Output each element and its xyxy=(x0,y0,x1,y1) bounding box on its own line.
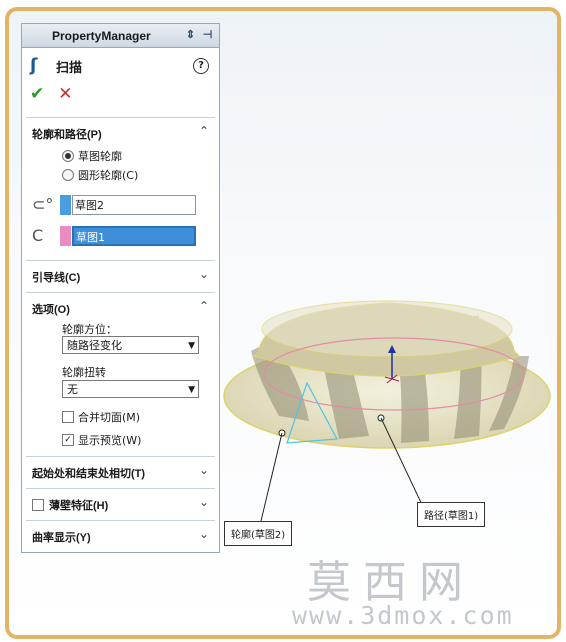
checkbox[interactable] xyxy=(32,499,44,511)
path-callout[interactable]: 路径(草图1) xyxy=(417,502,486,527)
chevron-up-icon[interactable]: ⌃ xyxy=(199,124,209,138)
divider xyxy=(26,456,215,457)
radio-circular-profile[interactable]: 圆形轮廓(C) xyxy=(62,167,138,183)
window-frame: 轮廓(草图2) 路径(草图1) 莫西网 www.3dmox.com Proper… xyxy=(5,7,561,639)
path-icon: C xyxy=(32,226,44,245)
profile-selection-box[interactable]: 草图2 xyxy=(72,195,196,215)
chevron-down-icon[interactable]: ⌄ xyxy=(199,495,209,509)
divider xyxy=(26,488,215,489)
twist-dropdown[interactable]: 无 ▼ xyxy=(62,380,199,398)
radio-sketch-profile[interactable]: 草图轮廓 xyxy=(62,148,122,164)
orientation-dropdown[interactable]: 随路径变化 ▼ xyxy=(62,336,199,354)
sweep-top-rim xyxy=(261,300,513,358)
panel-expand-icon[interactable]: ⇕ xyxy=(183,28,198,42)
profile-selection-row: ⊂° 草图2 xyxy=(32,195,196,215)
thin-feature-label: 薄壁特征(H) xyxy=(49,500,109,512)
radio-label: 圆形轮廓(C) xyxy=(78,169,139,182)
section-thin-feature-header[interactable]: 薄壁特征(H) xyxy=(32,497,108,513)
sweep-icon: ʃ xyxy=(30,55,38,76)
radio-button-selected[interactable] xyxy=(62,150,74,162)
orientation-value: 随路径变化 xyxy=(67,339,122,352)
dropdown-arrow-icon[interactable]: ▼ xyxy=(188,337,195,355)
profile-callout[interactable]: 轮廓(草图2) xyxy=(224,521,293,546)
divider xyxy=(26,520,215,521)
checkbox-checked[interactable]: ✓ xyxy=(62,434,74,446)
chevron-down-icon[interactable]: ⌄ xyxy=(199,267,209,281)
section-guide-curves-header[interactable]: 引导线(C) xyxy=(32,269,80,285)
ok-button[interactable]: ✔ xyxy=(30,84,44,104)
checkbox[interactable] xyxy=(62,411,74,423)
path-selection-row: C 草图1 xyxy=(32,226,196,246)
section-options-header[interactable]: 选项(O) xyxy=(32,301,70,317)
profile-color-swatch xyxy=(60,195,71,215)
divider xyxy=(26,292,215,293)
property-manager-panel: PropertyManager ⇕ ⊣ ʃ 扫描 ? ✔ ✕ 轮廓和路径(P) … xyxy=(21,23,220,553)
feature-title: 扫描 xyxy=(56,60,83,76)
pushpin-icon[interactable]: ⊣ xyxy=(200,28,215,42)
chevron-down-icon[interactable]: ⌄ xyxy=(199,463,209,477)
checkbox-label: 合并切面(M) xyxy=(78,411,141,424)
section-profile-path-header[interactable]: 轮廓和路径(P) xyxy=(32,126,102,142)
show-preview-checkbox-row[interactable]: ✓ 显示预览(W) xyxy=(62,432,141,448)
radio-button[interactable] xyxy=(62,169,74,181)
panel-header: PropertyManager ⇕ ⊣ xyxy=(22,24,219,48)
panel-title: PropertyManager xyxy=(52,29,151,43)
path-selection-box[interactable]: 草图1 xyxy=(72,226,196,246)
watermark-url: www.3dmox.com xyxy=(292,601,514,630)
cancel-button[interactable]: ✕ xyxy=(58,84,72,104)
twist-label: 轮廓扭转 xyxy=(62,366,106,379)
path-color-swatch xyxy=(60,226,71,246)
ok-cancel-row: ✔ ✕ xyxy=(30,84,73,104)
twist-value: 无 xyxy=(67,383,78,396)
feature-title-row: ʃ 扫描 xyxy=(30,56,82,76)
chevron-up-icon[interactable]: ⌃ xyxy=(199,299,209,313)
orientation-label: 轮廓方位： xyxy=(62,323,117,336)
merge-faces-checkbox-row[interactable]: 合并切面(M) xyxy=(62,409,140,425)
chevron-down-icon[interactable]: ⌄ xyxy=(199,527,209,541)
section-curvature-header[interactable]: 曲率显示(Y) xyxy=(32,529,91,545)
dropdown-arrow-icon[interactable]: ▼ xyxy=(188,381,195,399)
section-tangency-header[interactable]: 起始处和结束处相切(T) xyxy=(32,465,145,481)
help-icon[interactable]: ? xyxy=(193,58,209,74)
divider xyxy=(26,260,215,261)
divider xyxy=(26,117,215,118)
profile-icon: ⊂° xyxy=(32,195,54,214)
checkbox-label: 显示预览(W) xyxy=(78,434,142,447)
radio-label: 草图轮廓 xyxy=(78,150,122,163)
